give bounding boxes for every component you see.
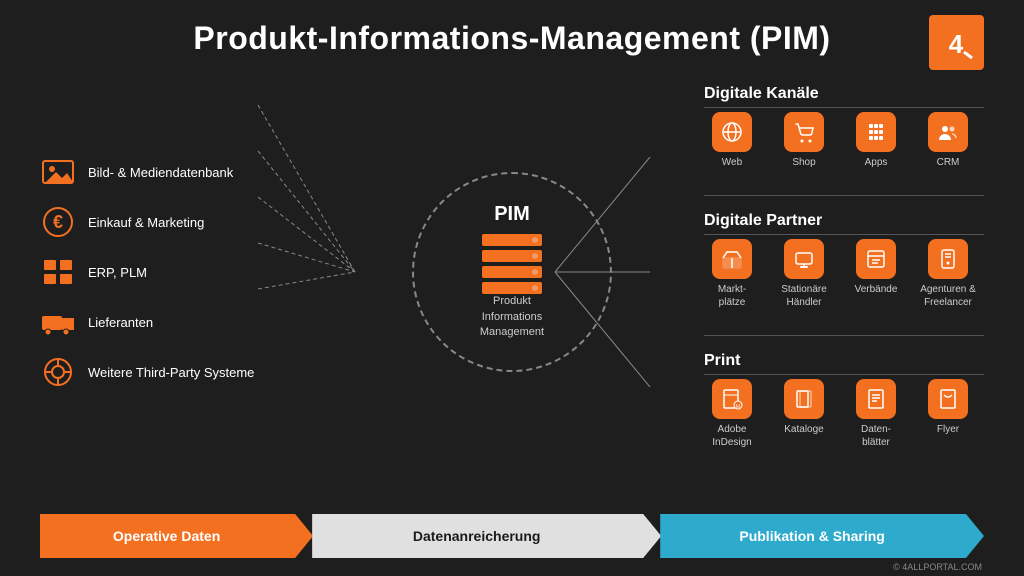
item-kataloge: Kataloge — [776, 379, 832, 436]
flyer-icon — [928, 379, 968, 419]
media-label: Bild- & Mediendatenbank — [88, 165, 233, 180]
left-item-marketing: € Einkauf & Marketing — [40, 204, 260, 240]
svg-text:Id: Id — [736, 404, 740, 410]
svg-text:€: € — [53, 212, 63, 232]
pim-title: PIM — [494, 203, 530, 226]
bottom-bar: Operative Daten Datenanreicherung Publik… — [40, 514, 984, 558]
lieferanten-label: Lieferanten — [88, 315, 153, 330]
agenturen-icon — [928, 239, 968, 279]
slide: Produkt-Informations-Management (PIM) 4 — [0, 0, 1024, 576]
kataloge-icon — [784, 379, 824, 419]
item-marktplaetze: Markt-plätze — [704, 239, 760, 309]
item-web: Web — [704, 112, 760, 169]
verbaende-icon — [856, 239, 896, 279]
left-item-thirdparty: Weitere Third-Party Systeme — [40, 354, 260, 390]
item-shop: Shop — [776, 112, 832, 169]
marketing-icon: € — [40, 204, 76, 240]
sep-1 — [704, 195, 984, 196]
marktplaetze-label: Markt-plätze — [718, 283, 746, 309]
item-apps: Apps — [848, 112, 904, 169]
left-panel: Bild- & Mediendatenbank € Einkauf & Mark… — [40, 154, 260, 390]
digitale-kanaele-title: Digitale Kanäle — [704, 85, 984, 108]
left-item-lieferanten: Lieferanten — [40, 304, 260, 340]
sep-2 — [704, 335, 984, 336]
publikation-segment: Publikation & Sharing — [660, 514, 984, 558]
item-indesign: Id AdobeInDesign — [704, 379, 760, 449]
erp-label: ERP, PLM — [88, 265, 147, 280]
right-panel: Digitale Kanäle Web Shop — [704, 85, 984, 459]
publikation-label: Publikation & Sharing — [739, 528, 884, 544]
operative-daten-segment: Operative Daten — [40, 514, 313, 558]
thirdparty-icon — [40, 354, 76, 390]
web-label: Web — [722, 156, 742, 169]
flyer-label: Flyer — [937, 423, 959, 436]
shop-label: Shop — [792, 156, 815, 169]
thirdparty-label: Weitere Third-Party Systeme — [88, 365, 254, 380]
header: Produkt-Informations-Management (PIM) 4 — [40, 20, 984, 57]
svg-text:4: 4 — [949, 29, 964, 59]
item-datenblaetter: Daten-blätter — [848, 379, 904, 449]
main-content: Bild- & Mediendatenbank € Einkauf & Mark… — [40, 77, 984, 467]
kataloge-label: Kataloge — [784, 423, 823, 436]
print-items: Id AdobeInDesign Kataloge — [704, 379, 984, 449]
item-verbaende: Verbände — [848, 239, 904, 296]
left-item-media: Bild- & Mediendatenbank — [40, 154, 260, 190]
apps-label: Apps — [865, 156, 888, 169]
datenanreicherung-label: Datenanreicherung — [413, 528, 541, 544]
page-title: Produkt-Informations-Management (PIM) — [40, 20, 984, 57]
digitale-partner-title: Digitale Partner — [704, 212, 984, 235]
section-digitale-kanaele: Digitale Kanäle Web Shop — [704, 85, 984, 175]
section-print: Print Id AdobeInDesign Kataloge — [704, 352, 984, 455]
shop-icon — [784, 112, 824, 152]
pim-subtitle: ProduktInformationsManagement — [480, 294, 544, 340]
print-title: Print — [704, 352, 984, 375]
logo-icon: 4 — [934, 20, 979, 65]
erp-icon — [40, 254, 76, 290]
verbaende-label: Verbände — [855, 283, 898, 296]
logo: 4 — [929, 15, 984, 70]
item-haendler: StationäreHändler — [776, 239, 832, 309]
copyright: © 4ALLPORTAL.COM — [893, 562, 982, 572]
crm-icon — [928, 112, 968, 152]
marktplaetze-icon — [712, 239, 752, 279]
apps-icon — [856, 112, 896, 152]
agenturen-label: Agenturen &Freelancer — [920, 283, 976, 309]
item-agenturen: Agenturen &Freelancer — [920, 239, 976, 309]
haendler-icon — [784, 239, 824, 279]
media-icon — [40, 154, 76, 190]
pim-circle: PIM ProduktInformationsManagement — [412, 172, 612, 372]
marketing-label: Einkauf & Marketing — [88, 215, 204, 230]
datenblaetter-icon — [856, 379, 896, 419]
indesign-label: AdobeInDesign — [712, 423, 751, 449]
digitale-kanaele-items: Web Shop Apps — [704, 112, 984, 169]
indesign-icon: Id — [712, 379, 752, 419]
left-item-erp: ERP, PLM — [40, 254, 260, 290]
haendler-label: StationäreHändler — [781, 283, 827, 309]
lieferanten-icon — [40, 304, 76, 340]
digitale-partner-items: Markt-plätze StationäreHändler Verbände — [704, 239, 984, 309]
datenanreicherung-segment: Datenanreicherung — [312, 514, 661, 558]
item-flyer: Flyer — [920, 379, 976, 436]
web-icon — [712, 112, 752, 152]
crm-label: CRM — [937, 156, 960, 169]
section-digitale-partner: Digitale Partner Markt-plätze Stationäre… — [704, 212, 984, 315]
datenblaetter-label: Daten-blätter — [861, 423, 891, 449]
item-crm: CRM — [920, 112, 976, 169]
server-rack-icon — [482, 234, 542, 294]
operative-daten-label: Operative Daten — [113, 528, 220, 544]
center-panel: PIM ProduktInformationsManagement — [412, 172, 612, 372]
